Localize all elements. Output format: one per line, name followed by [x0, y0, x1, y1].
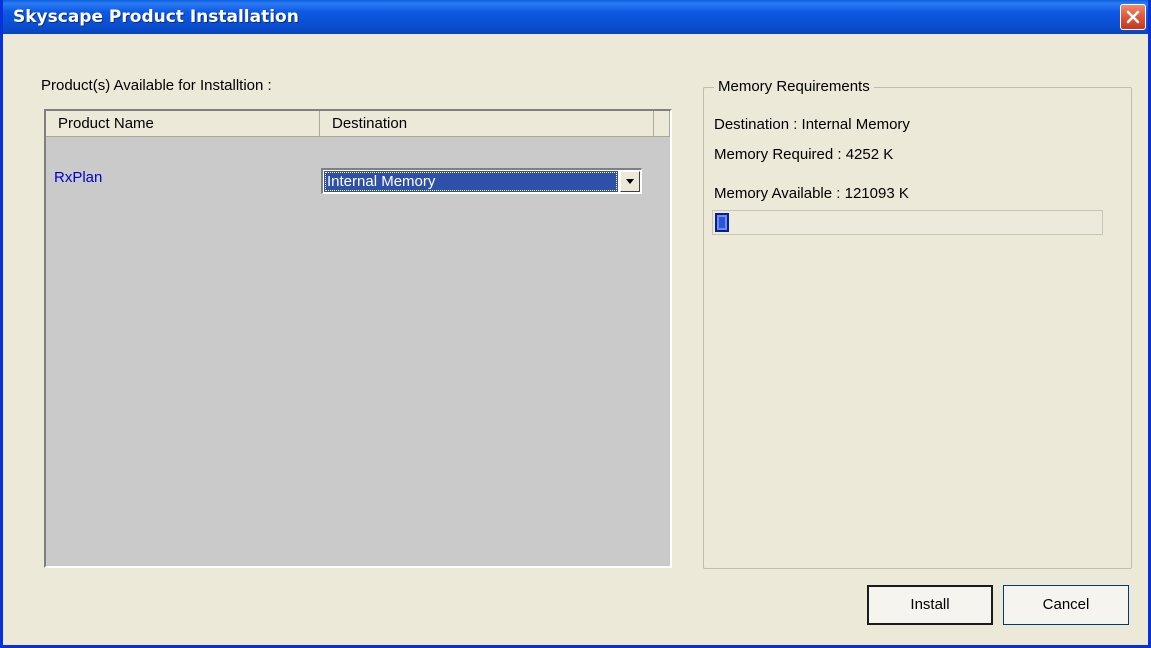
product-list[interactable]: Product Name Destination RxPlan Internal… — [44, 109, 672, 568]
destination-select[interactable]: Internal Memory — [321, 168, 642, 194]
title-bar[interactable]: Skyscape Product Installation — [3, 0, 1148, 34]
column-header-destination[interactable]: Destination — [320, 111, 654, 137]
memory-usage-bar — [712, 210, 1103, 235]
column-header-filler — [654, 111, 670, 137]
column-header-product-name[interactable]: Product Name — [46, 111, 320, 137]
memory-requirements-title: Memory Requirements — [714, 78, 874, 95]
install-button[interactable]: Install — [867, 585, 993, 625]
product-name-rxplan[interactable]: RxPlan — [54, 169, 102, 186]
close-icon — [1126, 10, 1140, 24]
list-header: Product Name Destination — [46, 111, 670, 137]
destination-dropdown-button[interactable] — [620, 171, 640, 192]
chevron-down-icon — [626, 179, 634, 184]
close-button[interactable] — [1120, 4, 1146, 30]
cancel-button[interactable]: Cancel — [1003, 585, 1129, 625]
products-label: Product(s) Available for Installtion : — [41, 77, 272, 94]
memory-usage-fill — [715, 213, 729, 232]
memory-required: Memory Required : 4252 K — [714, 146, 894, 163]
memory-available: Memory Available : 121093 K — [714, 185, 909, 202]
installer-window: Skyscape Product Installation Product(s)… — [0, 0, 1151, 648]
window-title: Skyscape Product Installation — [13, 7, 299, 27]
destination-select-value: Internal Memory — [324, 171, 618, 192]
memory-requirements-group: Memory Requirements Destination : Intern… — [703, 78, 1132, 569]
memory-destination: Destination : Internal Memory — [714, 116, 910, 133]
